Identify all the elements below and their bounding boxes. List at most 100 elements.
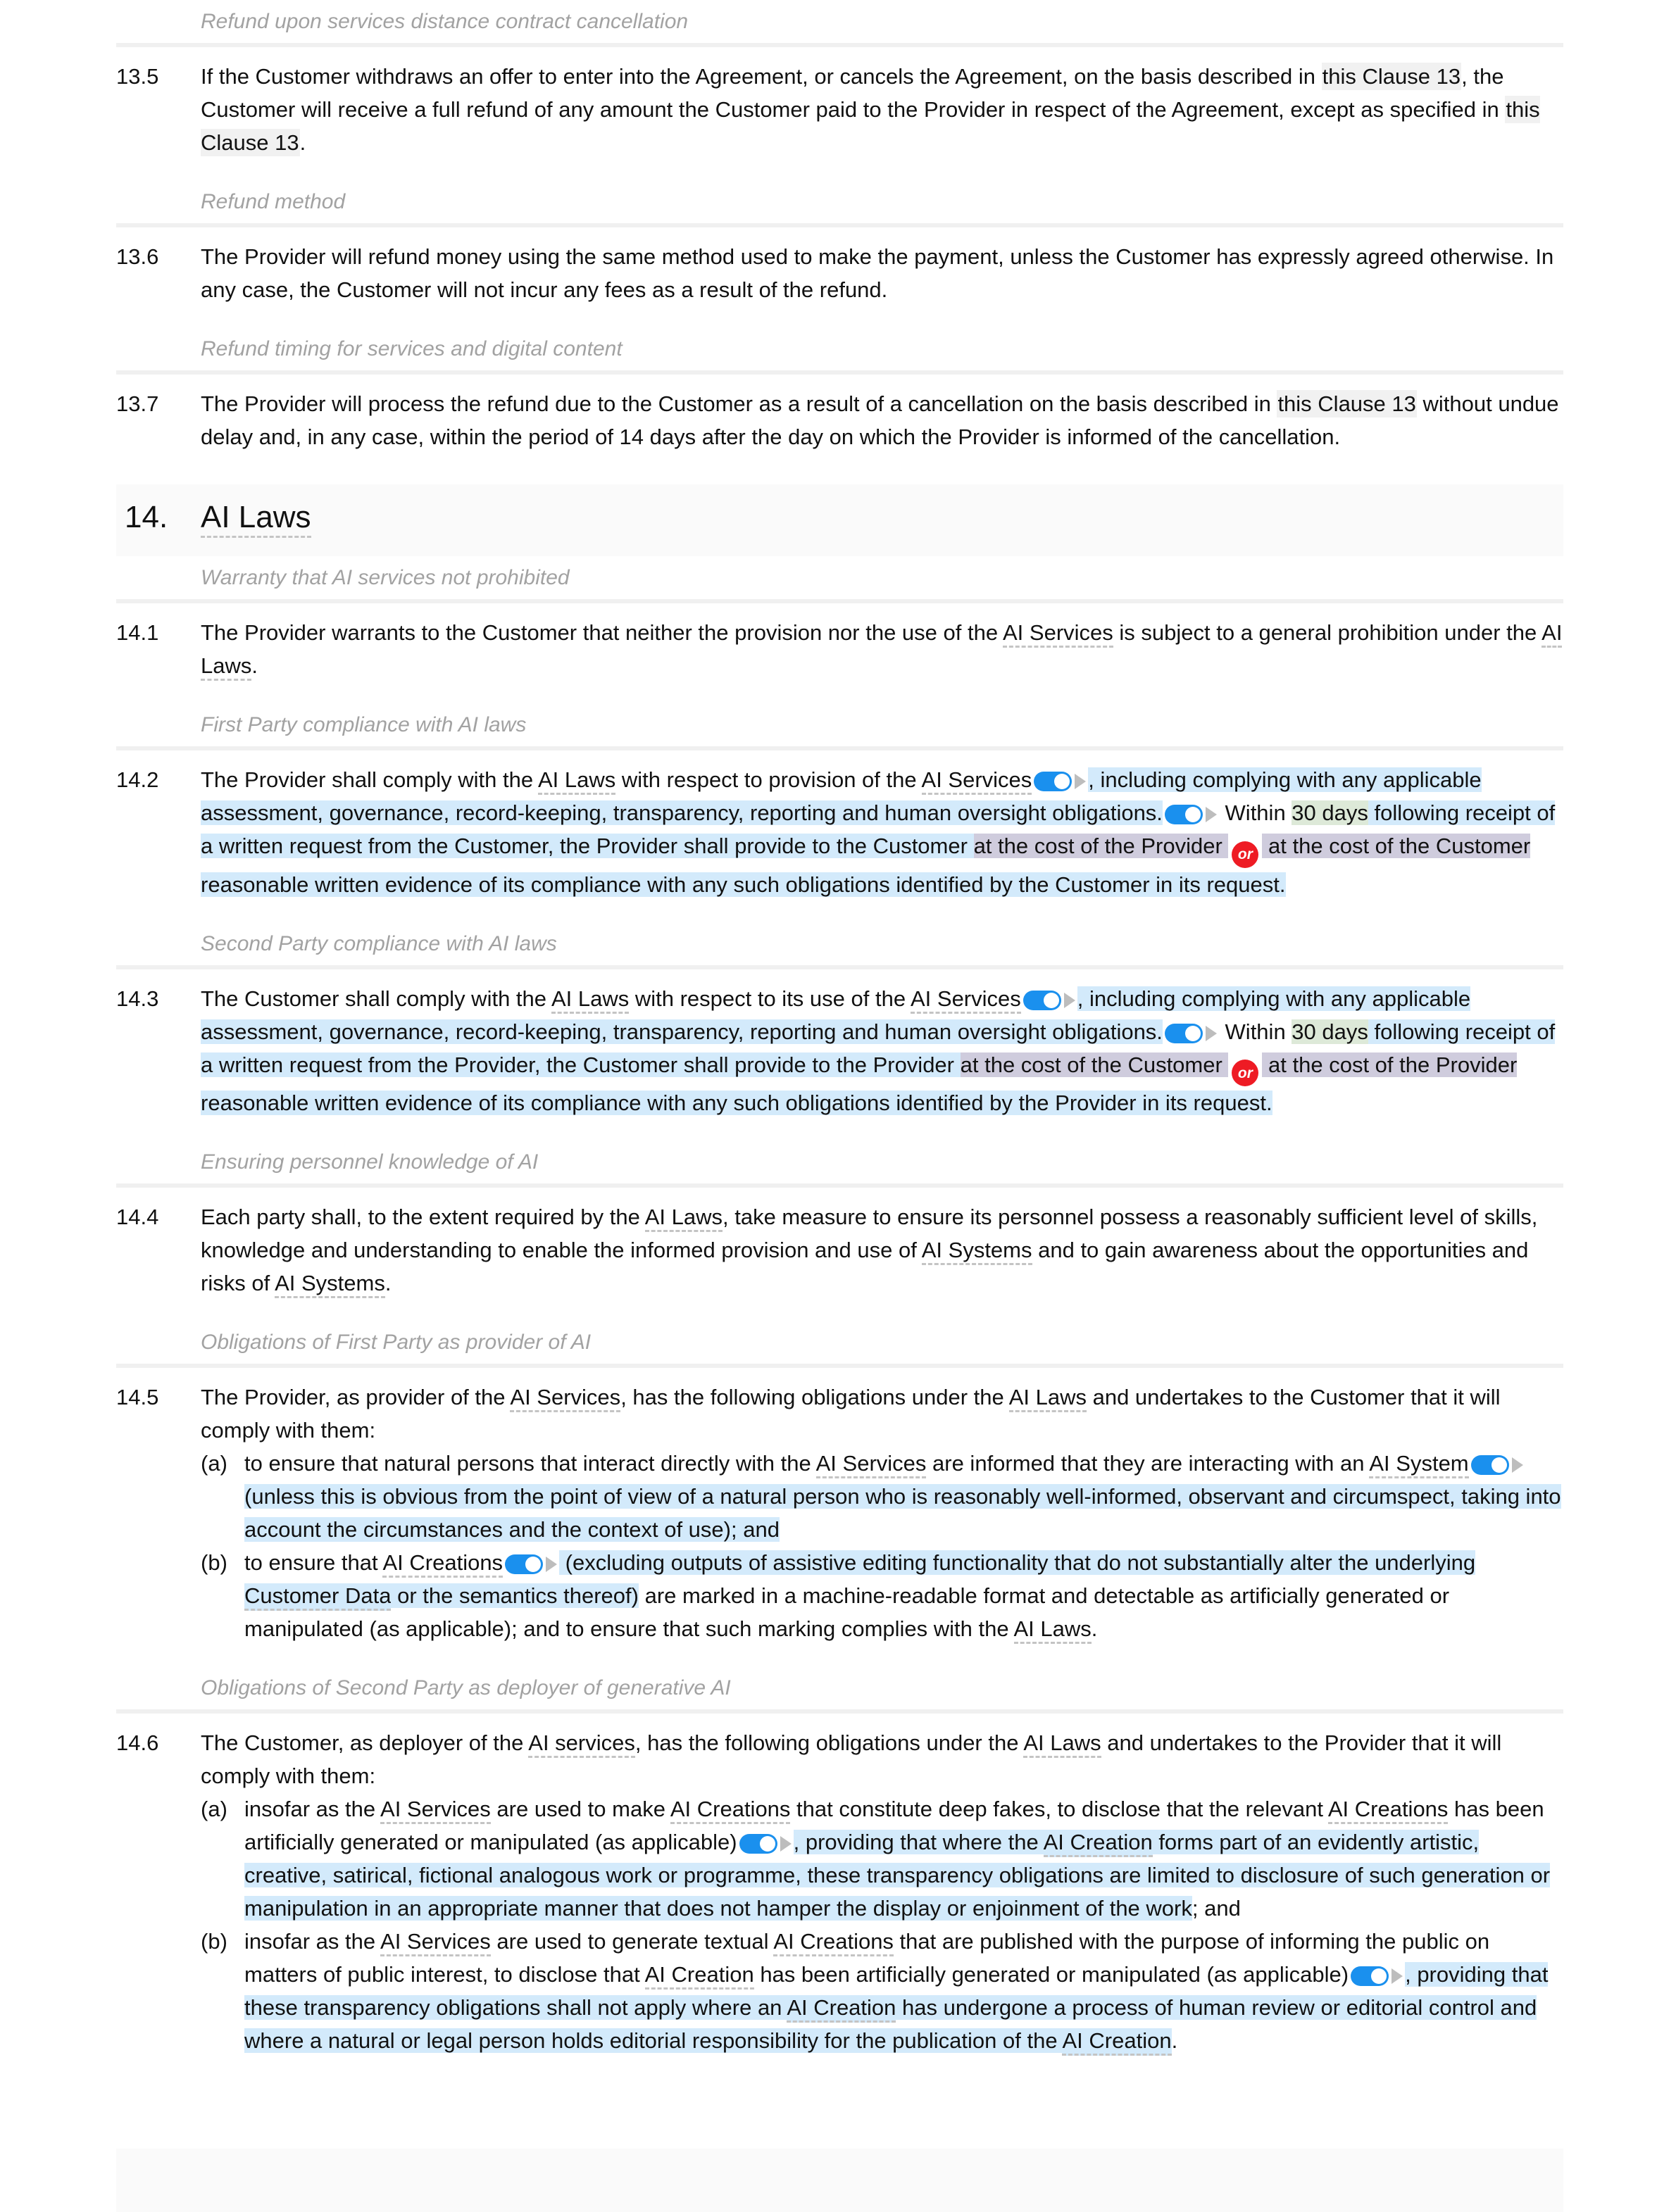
toggle-switch-icon[interactable]	[739, 1834, 792, 1854]
toggle-pill[interactable]	[1164, 805, 1203, 824]
or-alternative-badge[interactable]: or	[1232, 841, 1259, 868]
clause-13-7: 13.7 The Provider will process the refund…	[116, 387, 1563, 453]
defined-term: AI System	[1369, 1451, 1469, 1478]
clause-number: 13.5	[116, 64, 159, 89]
defined-term-highlighted: AI Creation	[787, 1995, 896, 2023]
toggle-knob	[525, 1557, 542, 1572]
toggle-switch-icon[interactable]	[1023, 990, 1075, 1010]
clause-14-5: 14.5 The Provider, as provider of the AI …	[116, 1381, 1563, 1645]
subhead-divider	[116, 370, 1563, 375]
play-triangle-icon[interactable]	[1205, 807, 1217, 822]
clause-14-4: 14.4 Each party shall, to the extent requ…	[116, 1200, 1563, 1300]
clause-14-6-a: (a) insofar as the AI Services are used t…	[201, 1792, 1563, 1925]
play-triangle-icon[interactable]	[1392, 1968, 1403, 1984]
toggle-pill[interactable]	[1351, 1966, 1389, 1986]
clause-sublist: (a) insofar as the AI Services are used t…	[201, 1792, 1563, 2057]
clause-body: If the Customer withdraws an offer to en…	[201, 60, 1563, 159]
toggle-pill[interactable]	[1023, 990, 1061, 1010]
defined-term: AI Creations	[670, 1797, 791, 1824]
clause-number: 14.6	[116, 1730, 159, 1755]
clause-text-run: insofar as the	[244, 1797, 381, 1821]
clause-text-run: The Customer, as deployer of the	[201, 1730, 529, 1755]
subhead-divider	[116, 1364, 1563, 1368]
clause-text-run: Within	[1218, 800, 1292, 825]
clause-paragraph: The Provider shall comply with the AI La…	[201, 763, 1563, 901]
clause-sublist: (a) to ensure that natural persons that i…	[201, 1447, 1563, 1645]
toggle-knob	[1184, 1025, 1201, 1041]
clause-14-6-b: (b) insofar as the AI Services are used t…	[201, 1925, 1563, 2057]
toggle-pill[interactable]	[505, 1554, 544, 1574]
clause-body: The Provider will refund money using the…	[201, 240, 1563, 306]
clause-body: The Provider warrants to the Customer th…	[201, 616, 1563, 682]
toggle-knob	[1491, 1457, 1507, 1473]
highlighted-text-purple: at the cost of the Provider	[1262, 1052, 1518, 1077]
highlighted-text-blue: (excluding outputs of assistive editing …	[559, 1550, 1476, 1575]
clause-text-run: The Customer shall comply with the	[201, 986, 551, 1011]
play-triangle-icon[interactable]	[780, 1836, 792, 1852]
clause-text-run: are used to make	[490, 1797, 670, 1821]
warranty-ai-services-not-prohibited-subhead: Warranty that AI services not prohibited	[201, 566, 570, 589]
toggle-switch-icon[interactable]	[1164, 1023, 1217, 1043]
defined-term: AI Services	[921, 767, 1032, 795]
clause-cross-reference[interactable]: this Clause 13	[1277, 390, 1417, 417]
clause-14-2: 14.2 The Provider shall comply with the A…	[116, 763, 1563, 901]
subitem-label: (b)	[201, 1929, 227, 1954]
subhead-divider	[116, 223, 1563, 227]
clause-text-run: has been artificially generated or manip…	[753, 1962, 1349, 1987]
clause-paragraph: The Provider, as provider of the AI Serv…	[201, 1381, 1563, 1447]
clause-text-run: ; and	[1192, 1896, 1241, 1921]
highlighted-text-purple: at the cost of the Customer	[1262, 834, 1531, 858]
clause-number: 13.6	[116, 244, 159, 269]
play-triangle-icon[interactable]	[1205, 1025, 1217, 1041]
second-party-compliance-subhead: Second Party compliance with AI laws	[201, 931, 557, 955]
clause-number: 14.1	[116, 620, 159, 645]
clause-cross-reference[interactable]: this Clause 13	[1321, 63, 1462, 90]
play-triangle-icon[interactable]	[1063, 992, 1075, 1008]
toggle-switch-icon[interactable]	[1351, 1966, 1403, 1986]
clause-body: Each party shall, to the extent required…	[201, 1200, 1563, 1300]
clause-body: The Provider will process the refund due…	[201, 387, 1563, 453]
defined-term: AI Laws	[538, 767, 616, 795]
clause-13-5: 13.5 If the Customer withdraws an offer t…	[116, 60, 1563, 159]
clause-text-run: with respect to provision of the	[615, 767, 922, 792]
subitem-body: insofar as the AI Services are used to g…	[244, 1925, 1563, 2057]
defined-term: AI Services	[510, 1385, 621, 1412]
toggle-pill[interactable]	[1034, 772, 1072, 791]
defined-term: AI Creations	[773, 1929, 894, 1956]
toggle-pill[interactable]	[1164, 1023, 1203, 1043]
play-triangle-icon[interactable]	[1075, 774, 1087, 789]
subitem-label: (a)	[201, 1451, 227, 1476]
toggle-knob	[1184, 807, 1201, 822]
or-alternative-badge[interactable]: or	[1232, 1060, 1259, 1086]
clause-text-run: The Provider warrants to the Customer th…	[201, 620, 1003, 645]
clause-body: The Customer, as deployer of the AI serv…	[201, 1726, 1563, 2057]
subhead-divider	[116, 746, 1563, 750]
defined-term: AI Laws	[551, 986, 630, 1014]
play-triangle-icon[interactable]	[1511, 1457, 1523, 1473]
toggle-pill[interactable]	[739, 1834, 777, 1854]
toggle-switch-icon[interactable]	[1164, 805, 1217, 824]
toggle-pill[interactable]	[1470, 1455, 1509, 1475]
highlighted-text-purple: at the cost of the Provider	[973, 834, 1229, 858]
toggle-knob	[1043, 992, 1059, 1008]
refund-distance-cancellation-subhead: Refund upon services distance contract c…	[201, 10, 689, 33]
clause-text-run: .	[384, 1271, 392, 1295]
clause-number: 13.7	[116, 391, 159, 416]
toggle-switch-icon[interactable]	[505, 1554, 558, 1574]
clause-text-run: .	[251, 653, 258, 678]
defined-term: AI Services	[1003, 620, 1113, 648]
highlighted-text-blue: , providing that where the	[793, 1830, 1044, 1854]
clause-14-6: 14.6 The Customer, as deployer of the AI …	[116, 1726, 1563, 2057]
subitem-body: insofar as the AI Services are used to m…	[244, 1792, 1563, 1925]
clause-body: The Customer shall comply with the AI La…	[201, 982, 1563, 1120]
toggle-switch-icon[interactable]	[1470, 1455, 1523, 1475]
clause-paragraph: The Provider warrants to the Customer th…	[201, 616, 1563, 682]
toggle-switch-icon[interactable]	[1034, 772, 1087, 791]
refund-method-subhead: Refund method	[201, 190, 346, 213]
clause-text-run: .	[1091, 1616, 1098, 1641]
clause-text-run: is subject to a general prohibition unde…	[1113, 620, 1542, 645]
defined-term: AI services	[528, 1730, 635, 1758]
play-triangle-icon[interactable]	[546, 1557, 558, 1572]
subitem-label: (a)	[201, 1797, 227, 1821]
clause-text-run: .	[299, 130, 306, 155]
